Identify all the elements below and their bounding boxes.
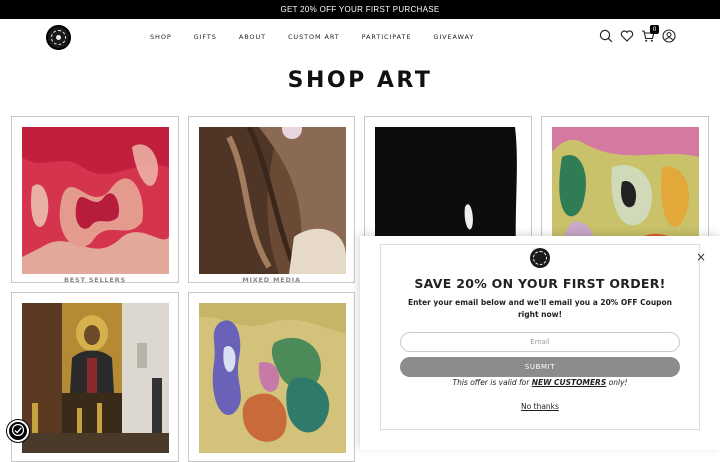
collection-card[interactable]: BEST SELLERS	[11, 116, 179, 284]
collection-card[interactable]	[188, 292, 355, 462]
collection-artwork	[199, 303, 346, 453]
search-icon[interactable]	[599, 29, 613, 43]
nav-item-about[interactable]: ABOUT	[239, 33, 266, 41]
site-header: SHOP GIFTS ABOUT CUSTOM ART PARTICIPATE …	[0, 19, 720, 57]
promo-bar[interactable]: GET 20% OFF YOUR FIRST PURCHASE	[0, 0, 720, 19]
nav-item-custom-art[interactable]: CUSTOM ART	[288, 33, 340, 41]
accessibility-button[interactable]	[7, 420, 29, 442]
collection-card[interactable]	[11, 292, 179, 462]
submit-button[interactable]: SUBMIT	[400, 357, 680, 377]
nav-item-shop[interactable]: SHOP	[150, 33, 172, 41]
popup-description: Enter your email below and we'll email y…	[407, 298, 673, 319]
popup-heading: SAVE 20% ON YOUR FIRST ORDER!	[414, 276, 666, 291]
page-title: SHOP ART	[287, 68, 433, 93]
heart-icon[interactable]	[620, 29, 634, 43]
collection-card[interactable]: MIXED MEDIA	[188, 116, 355, 284]
no-thanks-link[interactable]: No thanks	[360, 402, 720, 411]
collection-artwork	[22, 127, 169, 274]
nav-item-giveaway[interactable]: GIVEAWAY	[433, 33, 474, 41]
email-placeholder: Email	[530, 338, 550, 346]
header-icons: 0	[599, 25, 676, 43]
accessibility-icon	[11, 422, 25, 441]
collection-artwork	[22, 303, 169, 453]
offer-highlight: NEW CUSTOMERS	[531, 378, 607, 387]
site-logo[interactable]	[46, 25, 71, 50]
nav-item-gifts[interactable]: GIFTS	[194, 33, 217, 41]
collection-caption: MIXED MEDIA	[242, 276, 301, 284]
email-field[interactable]: Email	[400, 332, 680, 352]
cart-icon[interactable]: 0	[641, 25, 659, 43]
nav-item-participate[interactable]: PARTICIPATE	[362, 33, 412, 41]
cart-count-badge: 0	[650, 25, 659, 34]
collection-caption: BEST SELLERS	[64, 276, 126, 284]
offer-note: This offer is valid for NEW CUSTOMERS on…	[360, 378, 720, 387]
submit-label: SUBMIT	[524, 363, 556, 371]
popup-logo	[530, 248, 550, 268]
offer-prefix: This offer is valid for	[452, 378, 530, 387]
close-icon[interactable]: ×	[696, 251, 706, 263]
collection-artwork	[199, 127, 346, 274]
user-icon[interactable]	[662, 29, 676, 43]
main-nav: SHOP GIFTS ABOUT CUSTOM ART PARTICIPATE …	[150, 33, 496, 41]
promo-text: GET 20% OFF YOUR FIRST PURCHASE	[280, 5, 440, 14]
offer-suffix: only!	[608, 378, 628, 387]
discount-popup: × SAVE 20% ON YOUR FIRST ORDER! Enter yo…	[360, 236, 720, 450]
